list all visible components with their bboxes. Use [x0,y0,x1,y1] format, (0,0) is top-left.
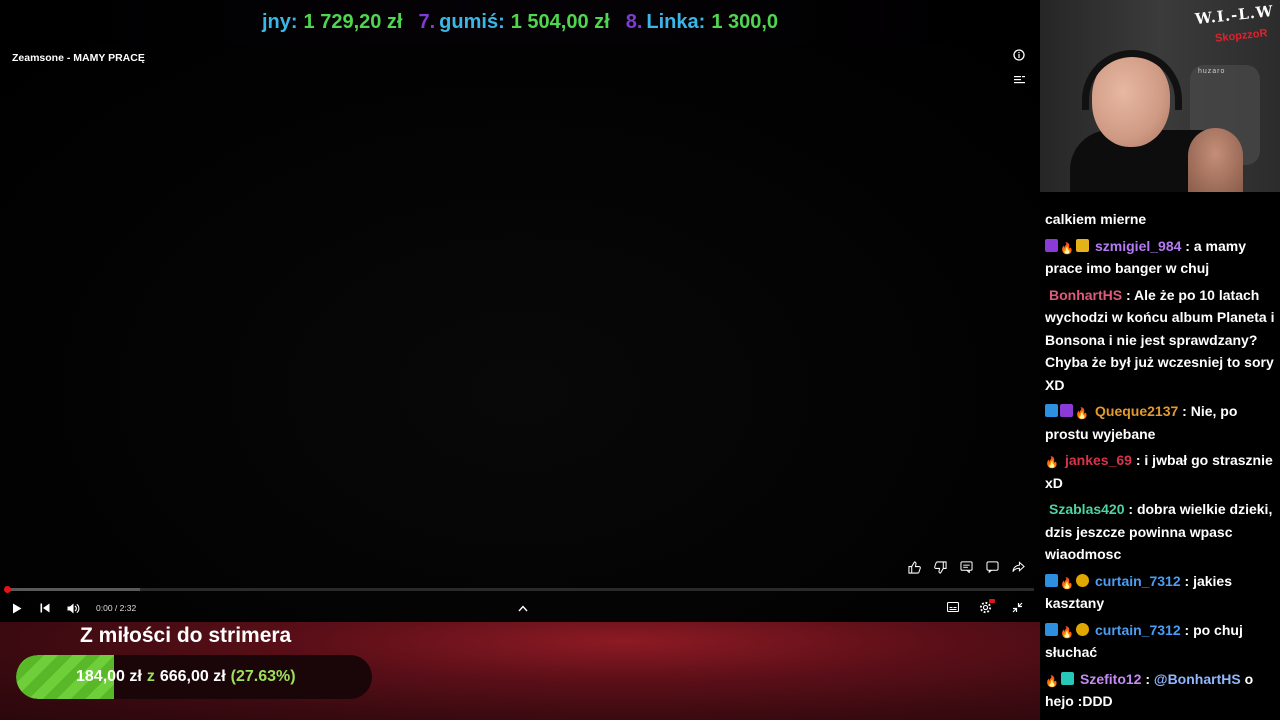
chat-bubble-icon[interactable] [982,556,1002,578]
fire-badge-icon: 🔥 [1060,242,1074,255]
goal-current: 184,00 zł [76,668,142,685]
info-icon[interactable] [1008,44,1030,66]
volume-icon[interactable] [62,597,84,619]
donation-goal-panel: Z miłości do strimera 184,00 zł z 666,00… [0,622,1040,720]
settings-icon[interactable] [974,596,996,618]
video-title[interactable]: Zeamsone - MAMY PRACĘ [12,52,145,64]
chat-message: 🔥 szmigiel_984 : a mamy prace imo banger … [1045,235,1276,280]
share-icon[interactable] [1008,556,1028,578]
chat-message-text: calkiem mierne [1045,211,1147,227]
fire-badge-icon: 🔥 [1060,577,1074,590]
progress-bar[interactable] [4,586,1034,593]
streamer-arm [1188,128,1243,192]
fire-badge-icon: 🔥 [1075,408,1089,420]
thumbs-down-icon[interactable] [930,556,950,578]
chat-separator: : [1122,286,1135,303]
ticker-entry: 7. gumiś: 1 504,00 zł [418,10,610,33]
time-display: 0:00 / 2:32 [96,603,137,613]
chat-username[interactable]: szmigiel_984 [1095,238,1181,254]
chat-message: 🔥 curtain_7312 : jakies kasztany [1045,570,1276,615]
chat-separator: : [1141,670,1154,687]
ticker-name: Linka [646,10,699,33]
chat-message: 🔥 Szefito12 : @BonhartHS o hejo :DDD [1045,668,1276,713]
chat-username[interactable]: curtain_7312 [1095,573,1181,589]
play-icon[interactable] [6,597,28,619]
prime-badge-icon [1045,404,1058,417]
gold-badge-icon [1076,573,1089,587]
goal-progress-text: 184,00 zł z 666,00 zł (27.63%) [76,655,296,699]
exit-fullscreen-icon[interactable] [1006,596,1028,618]
subtitles-icon[interactable] [942,596,964,618]
hd-badge-icon [989,599,995,603]
fire-badge-icon: 🔥 [1060,626,1074,639]
ticker-name: gumiś [439,10,499,33]
chat-separator: : [1180,621,1194,638]
prime-badge-icon [1045,573,1058,587]
goal-title: Z miłości do strimera [80,624,292,647]
goal-separator: z [146,668,155,685]
chevron-up-icon[interactable] [512,597,534,619]
goal-progress-bar: 184,00 zł z 666,00 zł (27.63%) [16,655,372,699]
goal-percent: (27.63%) [230,668,296,685]
sub-badge-icon [1060,404,1073,417]
ticker-name: jny [261,10,291,33]
chair-brand-label: huzaro [1198,68,1226,75]
video-player[interactable]: Zeamsone - MAMY PRACĘ 0:00 / 2:32 [0,44,1040,622]
chat-message: calkiem mierne [1045,208,1276,231]
goal-target: 666,00 zł [159,668,226,685]
chat-username[interactable]: BonhartHS [1049,287,1122,303]
chat-message: 🔥 Queque2137 : Nie, po prostu wyjebane [1045,400,1276,445]
ticker-amount: 1 729,20 zł [303,10,403,33]
ticker-amount: 1 504,00 zł [510,10,610,33]
ticker-rank: 7. [418,10,436,33]
chat-message: BonhartHS : Ale że po 10 latach wychodzi… [1045,284,1276,397]
chat-separator: : [1124,501,1137,517]
gift-badge-icon [1061,671,1074,685]
skip-previous-icon[interactable] [34,597,56,619]
donation-ticker: jny: 1 729,20 zł 7. gumiś: 1 504,00 zł 8… [0,0,1040,44]
chat-username[interactable]: jankes_69 [1065,452,1132,468]
comment-icon[interactable] [956,556,976,578]
chat-message: 🔥 curtain_7312 : po chuj słuchać [1045,619,1276,664]
chat-separator: : [1181,237,1194,254]
chat-message: Szablas420 : dobra wielkie dzieki, dzis … [1045,498,1276,566]
scrubber-handle[interactable] [4,586,11,593]
video-action-bar [904,556,1028,578]
buffer-bar [6,588,140,591]
fire-badge-icon: 🔥 [1045,675,1059,688]
sub-badge-icon [1045,238,1058,252]
fire-badge-icon: 🔥 [1045,457,1059,469]
ticker-entry: 8. Linka: 1 300,0 [625,10,779,33]
crown-badge-icon [1076,238,1089,252]
chat-separator: : [1131,452,1145,468]
prime-badge-icon [1045,622,1058,636]
chat-username[interactable]: Szablas420 [1049,501,1125,517]
chat-username[interactable]: Szefito12 [1080,671,1141,687]
chat-username[interactable]: Queque2137 [1095,403,1178,419]
ticker-amount: 1 300,0 [711,10,779,33]
chat-mention[interactable]: @BonhartHS [1154,671,1241,687]
thumbs-up-icon[interactable] [904,556,924,578]
playlist-icon[interactable] [1008,68,1030,90]
gold-badge-icon [1076,622,1089,636]
chat-username[interactable]: curtain_7312 [1095,622,1181,638]
chat-panel: calkiem mierne 🔥 szmigiel_984 : a mamy pra… [1040,192,1280,720]
chat-separator: : [1180,572,1194,589]
chat-message: 🔥 jankes_69 : i jwbał go strasznie xD [1045,449,1276,494]
player-controls: 0:00 / 2:32 [0,596,1040,620]
ticker-entry: jny: 1 729,20 zł [261,10,403,33]
ticker-rank: 8. [625,10,643,33]
chat-separator: : [1178,403,1191,419]
webcam-feed: huzaro W.I.-L.W SkopzzoR [1040,0,1280,192]
